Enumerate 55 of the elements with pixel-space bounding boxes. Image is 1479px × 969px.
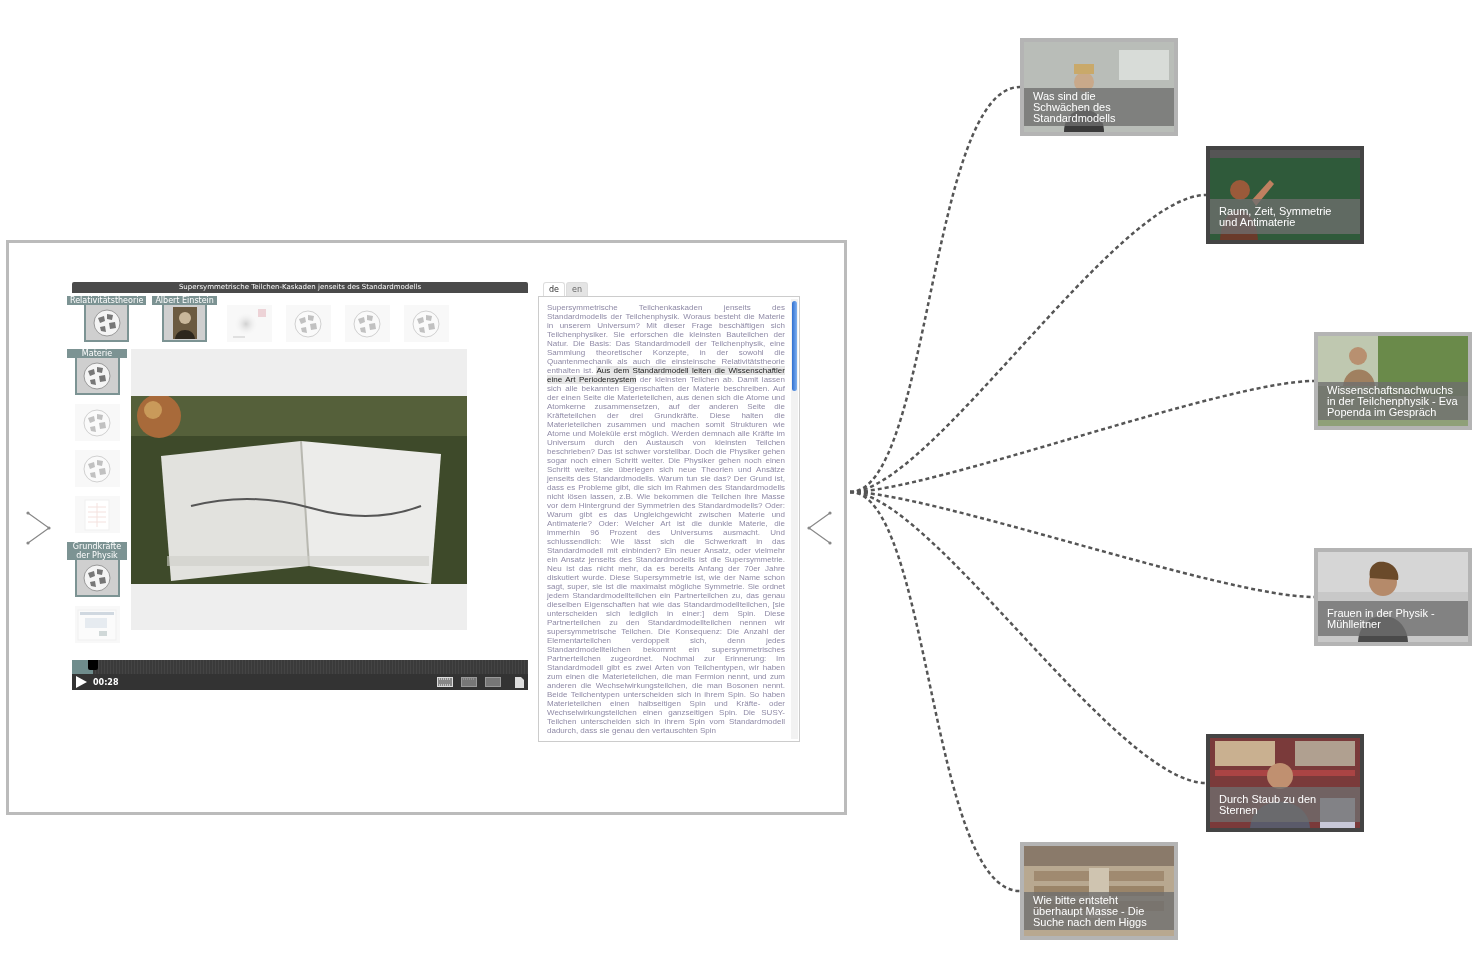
globe-icon (293, 308, 324, 339)
playhead[interactable] (87, 660, 98, 670)
screenshot-icon (77, 608, 117, 641)
video-card[interactable]: Wissenschaftsnachwuchs in der Teilchenphysik - Eva Popenda im Gespräch (1314, 332, 1472, 430)
thumbnail-label: Relativitätstheorie (67, 296, 147, 305)
globe-icon (352, 308, 383, 339)
video-card[interactable]: Durch Staub zu den Sternen (1206, 734, 1364, 832)
thumbnail-label: Albert Einstein (152, 296, 217, 305)
thumbnail-button[interactable] (74, 560, 120, 597)
thumbnail-button[interactable] (344, 305, 390, 342)
thumbnail-label: Materie (67, 349, 127, 358)
play-icon (76, 676, 87, 688)
globe-icon (411, 308, 442, 339)
video-title: Frauen in der Physik - Mühlleitner (1327, 608, 1436, 630)
thumbnail-label: Grundkräfte der Physik (67, 542, 127, 560)
thumbnail-button[interactable] (74, 404, 120, 441)
portrait-icon (172, 306, 197, 339)
globe-icon (82, 360, 112, 391)
language-tab[interactable]: de (543, 282, 565, 296)
nav-button[interactable] (26, 510, 52, 545)
language-tab[interactable]: en (566, 282, 588, 296)
thumbnail-button[interactable] (162, 305, 208, 342)
time-display: 00:28 (93, 677, 119, 687)
globe-icon (82, 562, 112, 593)
globe-icon (82, 407, 112, 438)
video-title: Was sind die Schwächen des Standardmodells (1033, 91, 1117, 124)
video-card[interactable]: Wie bitte entsteht überhaupt Masse - Die Suche nach dem Higgs (1020, 842, 1178, 940)
thumbnail-button[interactable] (403, 305, 449, 342)
video-title: Wissenschaftsnachwuchs in der Teilchenphysik - Eva Popenda im Gespräch (1327, 385, 1459, 418)
thumbnail-button[interactable] (74, 358, 120, 395)
film-icon (437, 677, 453, 687)
thumbnail-button[interactable] (84, 305, 130, 342)
thumbnail-button[interactable] (74, 450, 120, 487)
transcript-text: Supersymmetrische Teilchenkaskaden jenseits des Standardmodells der Teilchenphysik. Woraus besteht die Materie in unserem Universum? Mit dieser Frage beschäftigen sich Teilchenphysiker. Sie erforschen die kleinsten Bauteilchen der Natur. Die Basis: Das Standardmodell der Teilchenphysik, eine Sammlung theoretischer Konzepte, in der sowohl die Quantenmechanik als auch die einsteinsche Relativitätstheorie enthalten ist. Aus dem Standardmodell leiten die Wissenschaftler eine Art Periodensystem der kleinsten Teilchen ab. Damit lassen sich alle bekannten Eigenschaften der Materie beschreiben. Auf der einen Seite die Materieteilchen, aus denen sich die Atome und Atomkerne zusammensetzen, auf der anderen Seite die Kräfteteilchen der drei Grundkräfte. Diese halten die Materieteilchen zusammen und machen somit Strukturen wie Atome und Moleküle erst möglich. Werden demnach alle Kräfte im Universum durch den Austausch von kleinsten Teilchen beschrieben? Das ist schwer vorstellbar. Doch die Physiker gehen sogar noch einen Schritt weiter. Die Physiker gehen noch einen Schritt weiter, sie überlegen sich neue Theorien und Ansätze jenseits des Standardmodells. Warum tun sie das? Der Grund ist, dass es Probleme gibt, die sich im Rahmen des Standardmodells nicht lösen lassen, z.B. Wie bekommen die Teilchen ihre Masse vor dem Hintergrund der Symmetrien des Standardmodells? Oder: Warum gibt es das Ungleichgewicht zwischen Materie und Antimaterie? Oder: Welcher Art ist die dunkle Materie, die immerhin 96 Prozent des Universums ausmacht. Und schlussendlich: Wie lässt sich die Schwerkraft in das Standardmodell mit einbinden? Ein neuer Ansatz, oder vielmehr ein Ansatz jenseits des Standardmodells ist die Supersymmetrie. Neu ist das nicht mehr, da es bereits Anfang der 70er Jahre diskutiert wurde. Diese Supersymmetrie ist, wie der Name schon sagt, super, sie ist die maximalst mögliche Symmetrie. Sie ordnet jedem Standardmodellteilchen ein Partnerteilchen zu, das genau dieselben Eigenschaften hat wie das Standardmodellteilchen, [sie unterscheiden sich lediglich in einer:] dem Spin. Diese Partnerteilchen zu den Standardmodellteilchen nennen wir supersymmetrische Teilchen. Die Konsequenz: Die Anzahl der Elementarteilchen verdoppelt sich, denn jedes Standardmodellteilchen bekommt ein supersymmetrisches Partnerteilchen zugeordnet. Nochmal zur Erinnerung: Im Standardmodell gibt es zwei Arten von Teilchentypen, wir haben zum einen die Materieteilchen, die man Fermion nennt, und zum anderen die Wechselwirkungsteilchen, die man Bosonen nennt. Beide Teilchentypen unterscheiden sich in ihrem Spin. So haben Materieteilchen einen halbseitigen Spin und Kräfte- oder Wechselwirkungsteilchen einen ganzseitigen Spin. Die SUSY-Teilchen unterscheiden sich in ihrem Spin vom Standardmodell dadurch, dass sie genau den vertauschten Spin (547, 303, 785, 735)
thumbnail-button[interactable] (226, 305, 272, 342)
video-card[interactable]: Was sind die Schwächen des Standardmodells (1020, 38, 1178, 136)
play-button[interactable] (76, 676, 87, 688)
video-card[interactable]: Frauen in der Physik - Mühlleitner (1314, 548, 1472, 646)
chevron-left-icon (806, 510, 832, 545)
thumbnail-button[interactable] (74, 496, 120, 533)
video-card[interactable]: Raum, Zeit, Symmetrie und Antimaterie (1206, 146, 1364, 244)
thumbnail-button[interactable] (285, 305, 331, 342)
screen-icon (485, 677, 501, 687)
document-icon (515, 676, 524, 688)
nav-button[interactable] (806, 510, 832, 545)
chevron-right-icon (26, 510, 52, 545)
video-title: Raum, Zeit, Symmetrie und Antimaterie (1219, 206, 1333, 228)
scrollbar[interactable] (791, 299, 798, 739)
video-title: Durch Staub zu den Sternen (1219, 794, 1318, 816)
globe-icon (91, 307, 122, 338)
document-button[interactable] (515, 676, 524, 688)
video-title: Wie bitte entsteht überhaupt Masse - Die Suche nach dem Higgs (1033, 895, 1148, 928)
thumbnail-button[interactable] (74, 606, 120, 643)
globe-icon (82, 453, 112, 484)
screen-icon (461, 677, 477, 687)
